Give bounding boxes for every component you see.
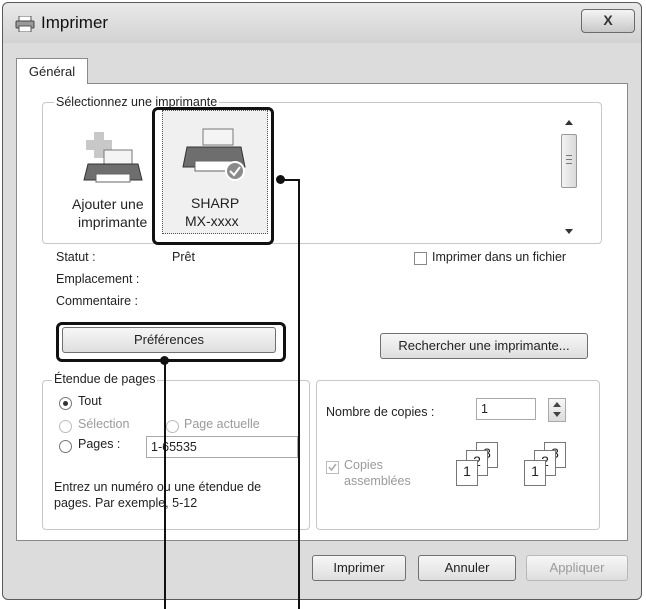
range-current-radio[interactable] (166, 420, 179, 433)
spin-up-icon (553, 402, 561, 407)
range-all-label: Tout (78, 394, 102, 408)
collate-checkbox[interactable] (326, 461, 339, 474)
callout-line-printer-v (298, 179, 300, 609)
callout-printer (152, 107, 274, 245)
add-printer-icon (83, 132, 143, 183)
add-printer-line2: imprimante (78, 214, 148, 230)
location-label: Emplacement : (56, 272, 140, 286)
spin-down-icon (553, 412, 561, 417)
range-pages-label: Pages : (78, 437, 121, 451)
apply-button[interactable]: Appliquer (526, 555, 628, 581)
print-to-file-label: Imprimer dans un fichier (432, 250, 567, 264)
collate-page-1: 1 (524, 460, 546, 486)
title-bar: Imprimer X (3, 3, 641, 43)
page-range-hint-line2: pages. Par exemple, 5-12 (54, 496, 198, 510)
cancel-button[interactable]: Annuler (418, 555, 516, 581)
printer-list[interactable]: Ajouter une imprimante SHARP MX-xxxx (52, 110, 592, 240)
collate-line2: assemblées (344, 474, 411, 488)
scroll-up-icon (565, 120, 573, 125)
add-printer-line1: Ajouter une (72, 196, 144, 212)
callout-line-preferences-v (164, 360, 166, 609)
status-value: Prêt (172, 250, 195, 264)
callout-preferences (56, 322, 286, 362)
range-pages-radio[interactable] (59, 440, 72, 453)
print-button[interactable]: Imprimer (312, 555, 406, 581)
scroll-down-icon (565, 229, 573, 234)
collate-page-1: 1 (456, 460, 478, 486)
page-range-label: Étendue de pages (52, 372, 158, 386)
pages-input[interactable]: 1-65535 (146, 436, 298, 458)
find-printer-button[interactable]: Rechercher une imprimante... (380, 333, 588, 359)
print-to-file-checkbox[interactable] (414, 252, 427, 265)
printer-icon (15, 16, 35, 32)
status-label: Statut : (56, 250, 96, 264)
page-range-hint-line1: Entrez un numéro ou une étendue de (54, 480, 262, 494)
range-selection-radio[interactable] (59, 420, 72, 433)
close-button[interactable]: X (581, 9, 635, 33)
range-current-label: Page actuelle (184, 417, 260, 431)
comment-label: Commentaire : (56, 294, 138, 308)
printer-item-add[interactable]: Ajouter une imprimante (62, 110, 162, 240)
scroll-thumb[interactable] (561, 134, 577, 188)
collate-icon-set-2: 3 2 1 (520, 442, 572, 494)
copies-spinner[interactable] (548, 398, 566, 422)
check-icon (328, 463, 337, 472)
printer-list-scrollbar[interactable] (559, 112, 579, 240)
range-all-radio[interactable] (59, 397, 72, 410)
tab-general[interactable]: Général (16, 58, 88, 84)
collate-line1: Copies (344, 458, 383, 472)
window-title: Imprimer (41, 13, 109, 32)
range-selection-label: Sélection (78, 417, 130, 431)
collate-icon-set-1: 3 2 1 (452, 442, 504, 494)
callout-line-printer-h (280, 179, 300, 181)
copies-input[interactable]: 1 (476, 398, 536, 420)
copies-label: Nombre de copies : (326, 405, 435, 419)
